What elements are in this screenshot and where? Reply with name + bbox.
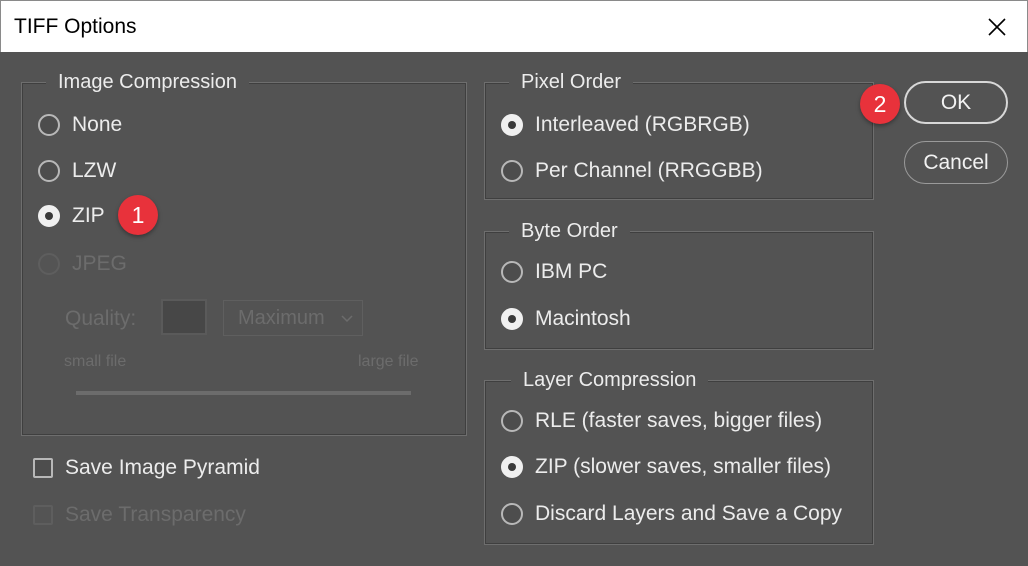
image-compression-legend: Image Compression bbox=[46, 69, 249, 95]
quality-select: Maximum bbox=[223, 300, 363, 336]
pixel-order-per-channel-label: Per Channel (RRGGBB) bbox=[535, 159, 763, 182]
close-button[interactable] bbox=[977, 7, 1017, 47]
annotation-badge-1-text: 1 bbox=[131, 201, 145, 228]
compression-none-radio[interactable] bbox=[38, 114, 60, 136]
compression-zip-option[interactable]: ZIP bbox=[38, 204, 105, 228]
annotation-badge-1: 1 bbox=[118, 195, 158, 235]
cancel-button[interactable]: Cancel bbox=[904, 141, 1008, 184]
compression-zip-label: ZIP bbox=[72, 204, 105, 227]
small-file-label: small file bbox=[64, 353, 127, 370]
layer-compression-legend: Layer Compression bbox=[511, 367, 709, 393]
quality-slider-track bbox=[76, 391, 411, 395]
annotation-badge-2-text: 2 bbox=[873, 90, 887, 117]
layer-compression-zip-label: ZIP (slower saves, smaller files) bbox=[535, 455, 832, 478]
layer-compression-discard-radio[interactable] bbox=[501, 503, 523, 525]
compression-lzw-radio[interactable] bbox=[38, 160, 60, 182]
window-title: TIFF Options bbox=[14, 15, 137, 38]
layer-compression-zip-radio[interactable] bbox=[501, 456, 523, 478]
byte-order-legend: Byte Order bbox=[509, 218, 630, 244]
layer-compression-group: Layer Compression RLE (faster saves, big… bbox=[484, 367, 874, 545]
compression-jpeg-radio bbox=[38, 253, 60, 275]
title-bar: TIFF Options bbox=[0, 0, 1028, 52]
close-icon bbox=[988, 18, 1006, 36]
layer-compression-rle-label: RLE (faster saves, bigger files) bbox=[535, 409, 823, 432]
ok-button-label: OK bbox=[940, 90, 972, 114]
image-compression-group: Image Compression None LZW ZIP JPEG Qual… bbox=[21, 69, 467, 436]
compression-lzw-label: LZW bbox=[72, 159, 117, 182]
quality-label: Quality: bbox=[65, 307, 137, 330]
byte-order-ibm-pc-option[interactable]: IBM PC bbox=[501, 260, 607, 284]
save-transparency-label: Save Transparency bbox=[65, 503, 246, 526]
save-image-pyramid-option[interactable]: Save Image Pyramid bbox=[33, 456, 260, 480]
pixel-order-interleaved-label: Interleaved (RGBRGB) bbox=[535, 113, 750, 136]
compression-none-option[interactable]: None bbox=[38, 113, 122, 137]
compression-jpeg-option: JPEG bbox=[38, 252, 127, 276]
chevron-down-icon bbox=[341, 315, 353, 323]
byte-order-ibm-pc-radio[interactable] bbox=[501, 261, 523, 283]
compression-jpeg-label: JPEG bbox=[72, 252, 127, 275]
pixel-order-group: Pixel Order Interleaved (RGBRGB) Per Cha… bbox=[484, 69, 874, 200]
large-file-label: large file bbox=[358, 353, 419, 370]
dialog-body: Image Compression None LZW ZIP JPEG Qual… bbox=[0, 52, 1028, 566]
compression-zip-radio[interactable] bbox=[38, 205, 60, 227]
pixel-order-interleaved-radio[interactable] bbox=[501, 114, 523, 136]
compression-none-label: None bbox=[72, 113, 123, 136]
annotation-badge-2: 2 bbox=[860, 84, 900, 124]
save-image-pyramid-label: Save Image Pyramid bbox=[65, 456, 260, 479]
byte-order-macintosh-label: Macintosh bbox=[535, 307, 631, 330]
layer-compression-discard-option[interactable]: Discard Layers and Save a Copy bbox=[501, 502, 842, 526]
pixel-order-legend: Pixel Order bbox=[509, 69, 634, 95]
byte-order-macintosh-option[interactable]: Macintosh bbox=[501, 307, 631, 331]
pixel-order-per-channel-radio[interactable] bbox=[501, 160, 523, 182]
quality-value-field bbox=[161, 299, 207, 335]
cancel-button-label: Cancel bbox=[923, 150, 989, 174]
pixel-order-interleaved-option[interactable]: Interleaved (RGBRGB) bbox=[501, 113, 750, 137]
layer-compression-rle-option[interactable]: RLE (faster saves, bigger files) bbox=[501, 409, 822, 433]
save-transparency-option: Save Transparency bbox=[33, 503, 246, 527]
save-image-pyramid-checkbox[interactable] bbox=[33, 458, 53, 478]
layer-compression-rle-radio[interactable] bbox=[501, 410, 523, 432]
compression-lzw-option[interactable]: LZW bbox=[38, 159, 116, 183]
quality-select-value: Maximum bbox=[238, 306, 325, 329]
layer-compression-zip-option[interactable]: ZIP (slower saves, smaller files) bbox=[501, 455, 831, 479]
save-transparency-checkbox bbox=[33, 505, 53, 525]
byte-order-ibm-pc-label: IBM PC bbox=[535, 260, 608, 283]
byte-order-group: Byte Order IBM PC Macintosh bbox=[484, 218, 874, 350]
layer-compression-discard-label: Discard Layers and Save a Copy bbox=[535, 502, 842, 525]
pixel-order-per-channel-option[interactable]: Per Channel (RRGGBB) bbox=[501, 159, 763, 183]
byte-order-macintosh-radio[interactable] bbox=[501, 308, 523, 330]
ok-button[interactable]: OK bbox=[904, 81, 1008, 124]
